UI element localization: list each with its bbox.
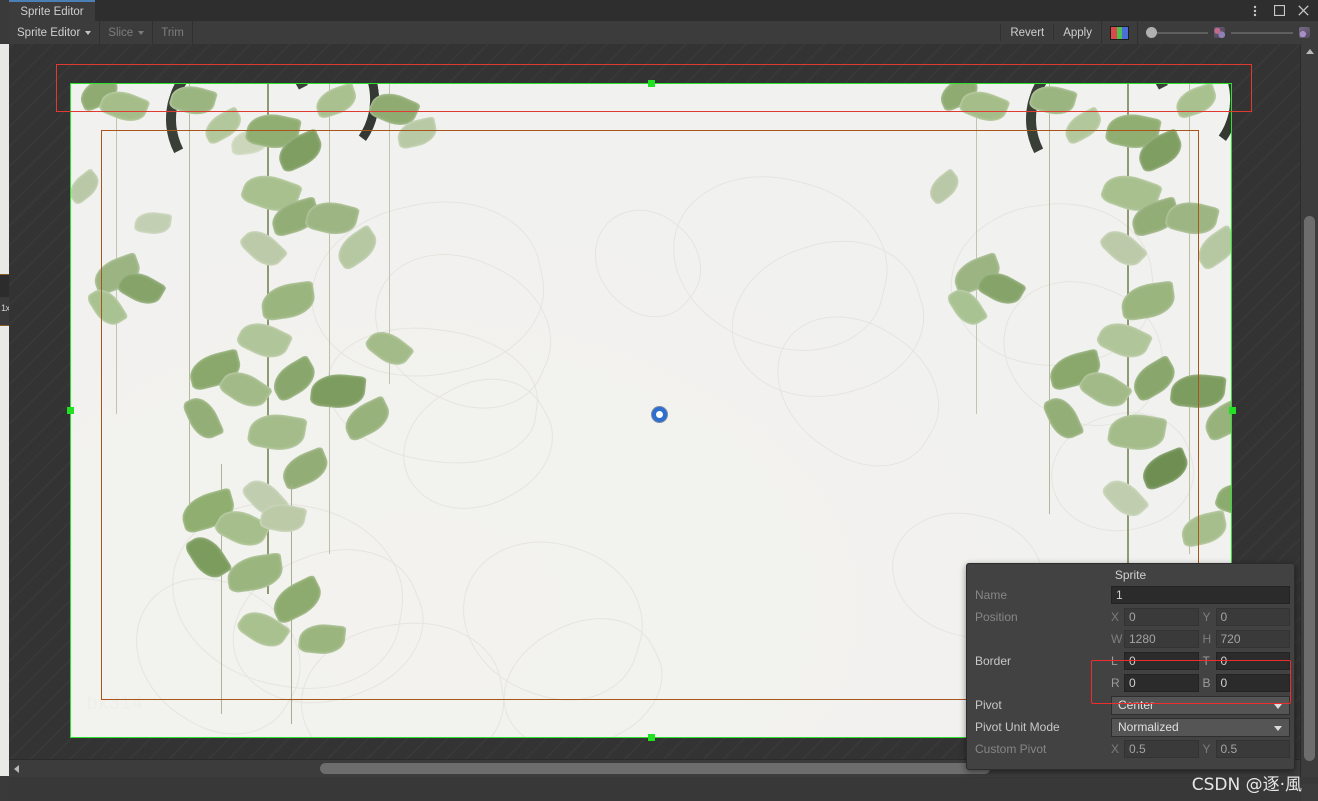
- row-position: Position X 0 Y 0: [971, 607, 1290, 627]
- apply-button-label: Apply: [1063, 26, 1092, 39]
- position-x-axis: X: [1111, 610, 1120, 624]
- rgb-channels-toggle[interactable]: [1101, 21, 1138, 44]
- custom-pivot-x-input[interactable]: 0.5: [1124, 740, 1199, 758]
- watermark: CSDN @逐·風: [1191, 775, 1302, 795]
- trim-button-label: Trim: [161, 26, 184, 39]
- behind-band-footer: [0, 776, 9, 801]
- horizontal-scroll-thumb[interactable]: [320, 763, 990, 774]
- apply-button[interactable]: Apply: [1053, 24, 1101, 41]
- slice-dropdown-label: Slice: [108, 26, 134, 39]
- pivot-handle[interactable]: [652, 407, 667, 422]
- texture-preview-icon-b: [1299, 27, 1310, 38]
- window-body: Sprite Editor Sprite Editor Slice Trim R…: [9, 0, 1318, 801]
- position-y-axis: Y: [1202, 610, 1211, 624]
- custom-pivot-y-input[interactable]: 0.5: [1215, 740, 1290, 758]
- sprite-editor-dropdown[interactable]: Sprite Editor: [9, 21, 101, 44]
- row-pivot: Pivot Center: [971, 695, 1290, 715]
- row-pivot-unit-mode: Pivot Unit Mode Normalized: [971, 717, 1290, 737]
- sprite-panel-title: Sprite: [1114, 567, 1147, 582]
- chevron-down-icon: [1274, 725, 1282, 731]
- scroll-up-arrow-icon[interactable]: [1301, 45, 1318, 58]
- scroll-left-arrow-icon[interactable]: [10, 760, 23, 777]
- image-label-bottom-left: bk314: [87, 693, 144, 714]
- size-w-axis: W: [1111, 632, 1123, 646]
- border-l-axis: L: [1111, 654, 1118, 668]
- maximize-icon[interactable]: [1268, 0, 1290, 21]
- pivot-unit-mode-dropdown[interactable]: Normalized: [1111, 717, 1290, 737]
- sprite-editor-window: 1x Sprite Editor Sprite Editor Slice Tri…: [0, 0, 1318, 801]
- position-label: Position: [975, 610, 1018, 624]
- border-label: Border: [975, 654, 1012, 668]
- custom-pivot-x-axis: X: [1111, 742, 1120, 756]
- selection-handle-top[interactable]: [648, 80, 655, 87]
- sprite-editor-dropdown-label: Sprite Editor: [17, 26, 81, 39]
- pivot-unit-mode-value: Normalized: [1118, 720, 1179, 734]
- chevron-down-icon: [1274, 703, 1282, 709]
- background-editor-sliver: 1x: [0, 0, 10, 801]
- vertical-scrollbar[interactable]: [1300, 44, 1318, 777]
- zoom-slider[interactable]: [1231, 21, 1293, 44]
- pivot-dropdown-value: Center: [1118, 698, 1155, 712]
- behind-band-toolbar: [0, 0, 9, 44]
- custom-pivot-label: Custom Pivot: [975, 742, 1047, 756]
- row-custom-pivot: Custom Pivot X 0.5 Y 0.5: [971, 739, 1290, 759]
- selection-handle-left[interactable]: [67, 407, 74, 414]
- alpha-slider-knob[interactable]: [1146, 27, 1157, 38]
- name-label: Name: [975, 588, 1008, 602]
- zoom-slider-track: [1231, 31, 1293, 34]
- behind-band-dark: [0, 275, 9, 297]
- revert-button[interactable]: Revert: [1000, 24, 1053, 41]
- border-r-axis: R: [1111, 676, 1120, 690]
- editor-toolbar: Sprite Editor Slice Trim Revert Apply: [9, 21, 1318, 45]
- tab-label: Sprite Editor: [20, 5, 84, 18]
- window-titlebar: Sprite Editor: [9, 0, 1318, 21]
- border-r-input[interactable]: 0: [1124, 674, 1199, 692]
- row-border-rb: R 0 B 0: [971, 673, 1290, 693]
- pivot-label: Pivot: [975, 698, 1002, 712]
- size-h-input[interactable]: 720: [1215, 630, 1290, 648]
- alpha-slider[interactable]: [1146, 21, 1208, 44]
- name-input[interactable]: 1: [1111, 586, 1290, 604]
- row-border-lt: Border L 0 T 0: [971, 651, 1290, 671]
- position-x-input[interactable]: 0: [1124, 608, 1199, 626]
- rgb-channels-icon: [1110, 25, 1129, 40]
- revert-button-label: Revert: [1010, 26, 1045, 39]
- behind-band-image-lower: [0, 326, 9, 776]
- size-h-axis: H: [1202, 632, 1212, 646]
- chevron-down-icon: [138, 30, 145, 35]
- window-controls: [1244, 0, 1314, 21]
- behind-band-image-upper: [0, 44, 9, 274]
- row-name: Name 1: [971, 585, 1290, 605]
- vertical-scroll-thumb[interactable]: [1304, 216, 1315, 761]
- close-icon[interactable]: [1292, 0, 1314, 21]
- selection-handle-right[interactable]: [1229, 407, 1236, 414]
- size-w-input[interactable]: 1280: [1124, 630, 1199, 648]
- vine-cluster-right: [923, 84, 1231, 644]
- trim-button[interactable]: Trim: [153, 21, 193, 44]
- vine-cluster-lower-left: [131, 464, 451, 737]
- tab-sprite-editor[interactable]: Sprite Editor: [9, 0, 95, 21]
- position-y-input[interactable]: 0: [1215, 608, 1290, 626]
- border-b-axis: B: [1202, 676, 1211, 690]
- sprite-inspector-panel: Sprite Name 1 Position X 0 Y 0 W 1280 H …: [966, 563, 1295, 770]
- border-l-input[interactable]: 0: [1124, 652, 1199, 670]
- custom-pivot-y-axis: Y: [1202, 742, 1211, 756]
- border-b-input[interactable]: 0: [1215, 674, 1290, 692]
- pivot-unit-mode-label: Pivot Unit Mode: [975, 720, 1060, 734]
- chevron-down-icon: [85, 30, 92, 35]
- row-size: W 1280 H 720: [971, 629, 1290, 649]
- scrollbar-corner: [1301, 784, 1318, 801]
- pivot-dropdown[interactable]: Center: [1111, 695, 1290, 715]
- slice-dropdown[interactable]: Slice: [100, 21, 154, 44]
- selection-handle-bottom[interactable]: [648, 734, 655, 741]
- border-t-axis: T: [1202, 654, 1210, 668]
- texture-preview-icon-a: [1214, 27, 1225, 38]
- toolbar-sliders: [1138, 21, 1318, 44]
- border-t-input[interactable]: 0: [1215, 652, 1290, 670]
- kebab-menu-icon[interactable]: [1244, 0, 1266, 21]
